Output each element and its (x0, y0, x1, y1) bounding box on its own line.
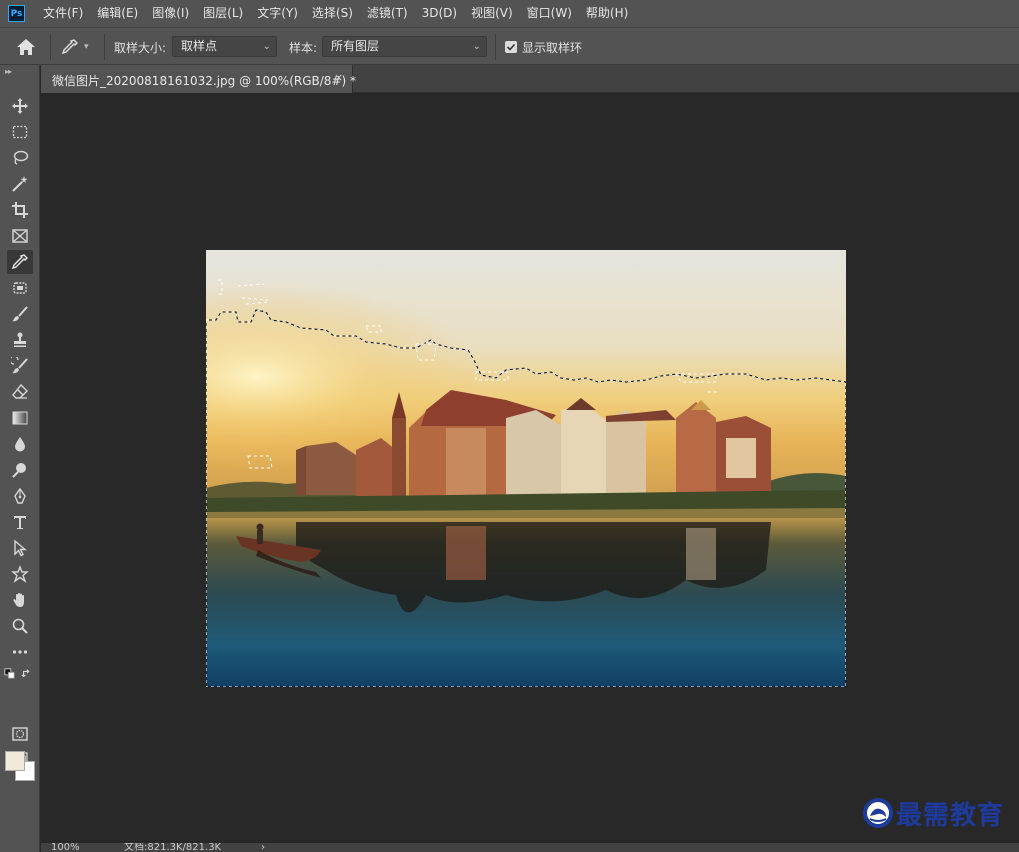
show-ring-checkbox[interactable] (505, 41, 517, 53)
hand-icon (13, 593, 24, 607)
watermark: 最需教育 (862, 796, 1005, 831)
document-tab-title: 微信图片_20200818161032.jpg @ 100%(RGB/8#) * (52, 74, 356, 88)
brush-icon (12, 306, 28, 322)
brush-tool[interactable] (7, 302, 33, 326)
document-size-info: 文档:821.3K/821.3K (124, 843, 222, 852)
dodge-tool[interactable] (7, 458, 33, 482)
foreground-color-swatch[interactable] (5, 751, 25, 771)
path-selection-tool[interactable] (7, 536, 33, 560)
clone-stamp-tool[interactable] (7, 328, 33, 352)
checkmark-icon (506, 43, 516, 51)
menu-bar: Ps 文件(F) 编辑(E) 图像(I) 图层(L) 文字(Y) 选择(S) 滤… (0, 0, 1019, 27)
sample-label: 样本: (289, 41, 318, 55)
menu-type[interactable]: 文字(Y) (250, 0, 305, 27)
zoom-tool[interactable] (7, 614, 33, 638)
menu-3d[interactable]: 3D(D) (415, 0, 464, 27)
patch-icon (13, 282, 27, 294)
menu-view[interactable]: 视图(V) (464, 0, 520, 27)
sample-value: 所有图层 (331, 39, 380, 53)
type-icon (14, 516, 26, 529)
marquee-icon (12, 125, 28, 139)
gradient-icon (12, 411, 28, 425)
blur-drop-icon (15, 437, 25, 452)
move-tool[interactable] (7, 94, 33, 118)
menu-filter[interactable]: 滤镜(T) (360, 0, 415, 27)
lasso-icon (13, 150, 29, 165)
frame-tool[interactable] (7, 224, 33, 248)
pen-tool[interactable] (7, 484, 33, 508)
history-brush-tool[interactable] (7, 354, 33, 378)
default-colors-icon[interactable] (3, 667, 17, 681)
menu-edit[interactable]: 编辑(E) (90, 0, 145, 27)
watermark-logo-icon (863, 798, 893, 828)
custom-shape-icon (11, 565, 29, 583)
menu-image[interactable]: 图像(I) (145, 0, 196, 27)
hand-tool[interactable] (7, 588, 33, 612)
quick-mask-tool[interactable] (7, 722, 33, 746)
lasso-tool[interactable] (7, 146, 33, 170)
menu-layer[interactable]: 图层(L) (196, 0, 250, 27)
sample-size-value: 取样点 (181, 39, 218, 53)
frame-icon (12, 229, 28, 243)
magic-wand-tool[interactable] (7, 172, 33, 196)
crop-tool[interactable] (7, 198, 33, 222)
chevron-down-icon: ⌄ (472, 41, 481, 52)
document-tab[interactable]: 微信图片_20200818161032.jpg @ 100%(RGB/8#) *… (41, 65, 356, 93)
stamp-icon (14, 332, 26, 347)
chevron-down-icon: ▾ (84, 42, 89, 52)
lake-villa-photo (206, 250, 846, 687)
document-image[interactable] (206, 250, 846, 687)
more-dots-icon (12, 650, 28, 654)
more-tools[interactable] (7, 640, 33, 664)
watermark-text: 最需教育 (896, 800, 1005, 831)
eraser-icon (12, 383, 28, 399)
separator (495, 34, 496, 60)
pen-icon (14, 487, 26, 504)
type-tool[interactable] (7, 510, 33, 534)
eyedropper-tool[interactable] (7, 250, 33, 274)
menu-select[interactable]: 选择(S) (305, 0, 360, 27)
separator (50, 34, 51, 60)
shape-tool[interactable] (7, 562, 33, 586)
menu-window[interactable]: 窗口(W) (520, 0, 579, 27)
sample-size-label: 取样大小: (114, 41, 167, 55)
swap-colors-icon[interactable] (20, 667, 34, 681)
patch-tool[interactable] (7, 276, 33, 300)
photoshop-logo: Ps (8, 5, 25, 22)
gradient-tool[interactable] (7, 406, 33, 430)
show-ring-label: 显示取样环 (522, 41, 583, 55)
arrow-cursor-icon (14, 539, 27, 557)
document-tabs: 微信图片_20200818161032.jpg @ 100%(RGB/8#) *… (41, 65, 1019, 93)
separator (104, 34, 105, 60)
magnifier-icon (12, 618, 28, 634)
move-icon (12, 98, 28, 114)
tools-panel: ▸▸ (0, 65, 40, 852)
chevron-down-icon: ⌄ (262, 41, 271, 52)
eyedropper-icon (11, 254, 28, 270)
eyedropper-icon (61, 39, 78, 55)
marquee-tool[interactable] (7, 120, 33, 144)
history-brush-icon (11, 357, 28, 374)
blur-tool[interactable] (7, 432, 33, 456)
quick-mask-icon (12, 727, 28, 741)
collapse-icon[interactable]: ▸▸ (5, 67, 12, 76)
eraser-tool[interactable] (7, 380, 33, 404)
home-icon[interactable] (14, 37, 38, 57)
dodge-icon (12, 463, 26, 478)
zoom-level[interactable]: 100% (51, 843, 80, 852)
sample-select[interactable]: 所有图层 ⌄ (322, 36, 487, 57)
tool-preset-picker[interactable]: ▾ (60, 37, 98, 57)
sample-size-select[interactable]: 取样点 ⌄ (172, 36, 277, 57)
crop-icon (12, 202, 28, 218)
magic-wand-icon (12, 176, 28, 192)
status-menu-arrow-icon[interactable]: › (261, 843, 265, 852)
menu-help[interactable]: 帮助(H) (579, 0, 635, 27)
close-icon[interactable]: × (334, 71, 343, 84)
status-bar: 100% 文档:821.3K/821.3K › (41, 843, 1019, 852)
menu-file[interactable]: 文件(F) (36, 0, 90, 27)
